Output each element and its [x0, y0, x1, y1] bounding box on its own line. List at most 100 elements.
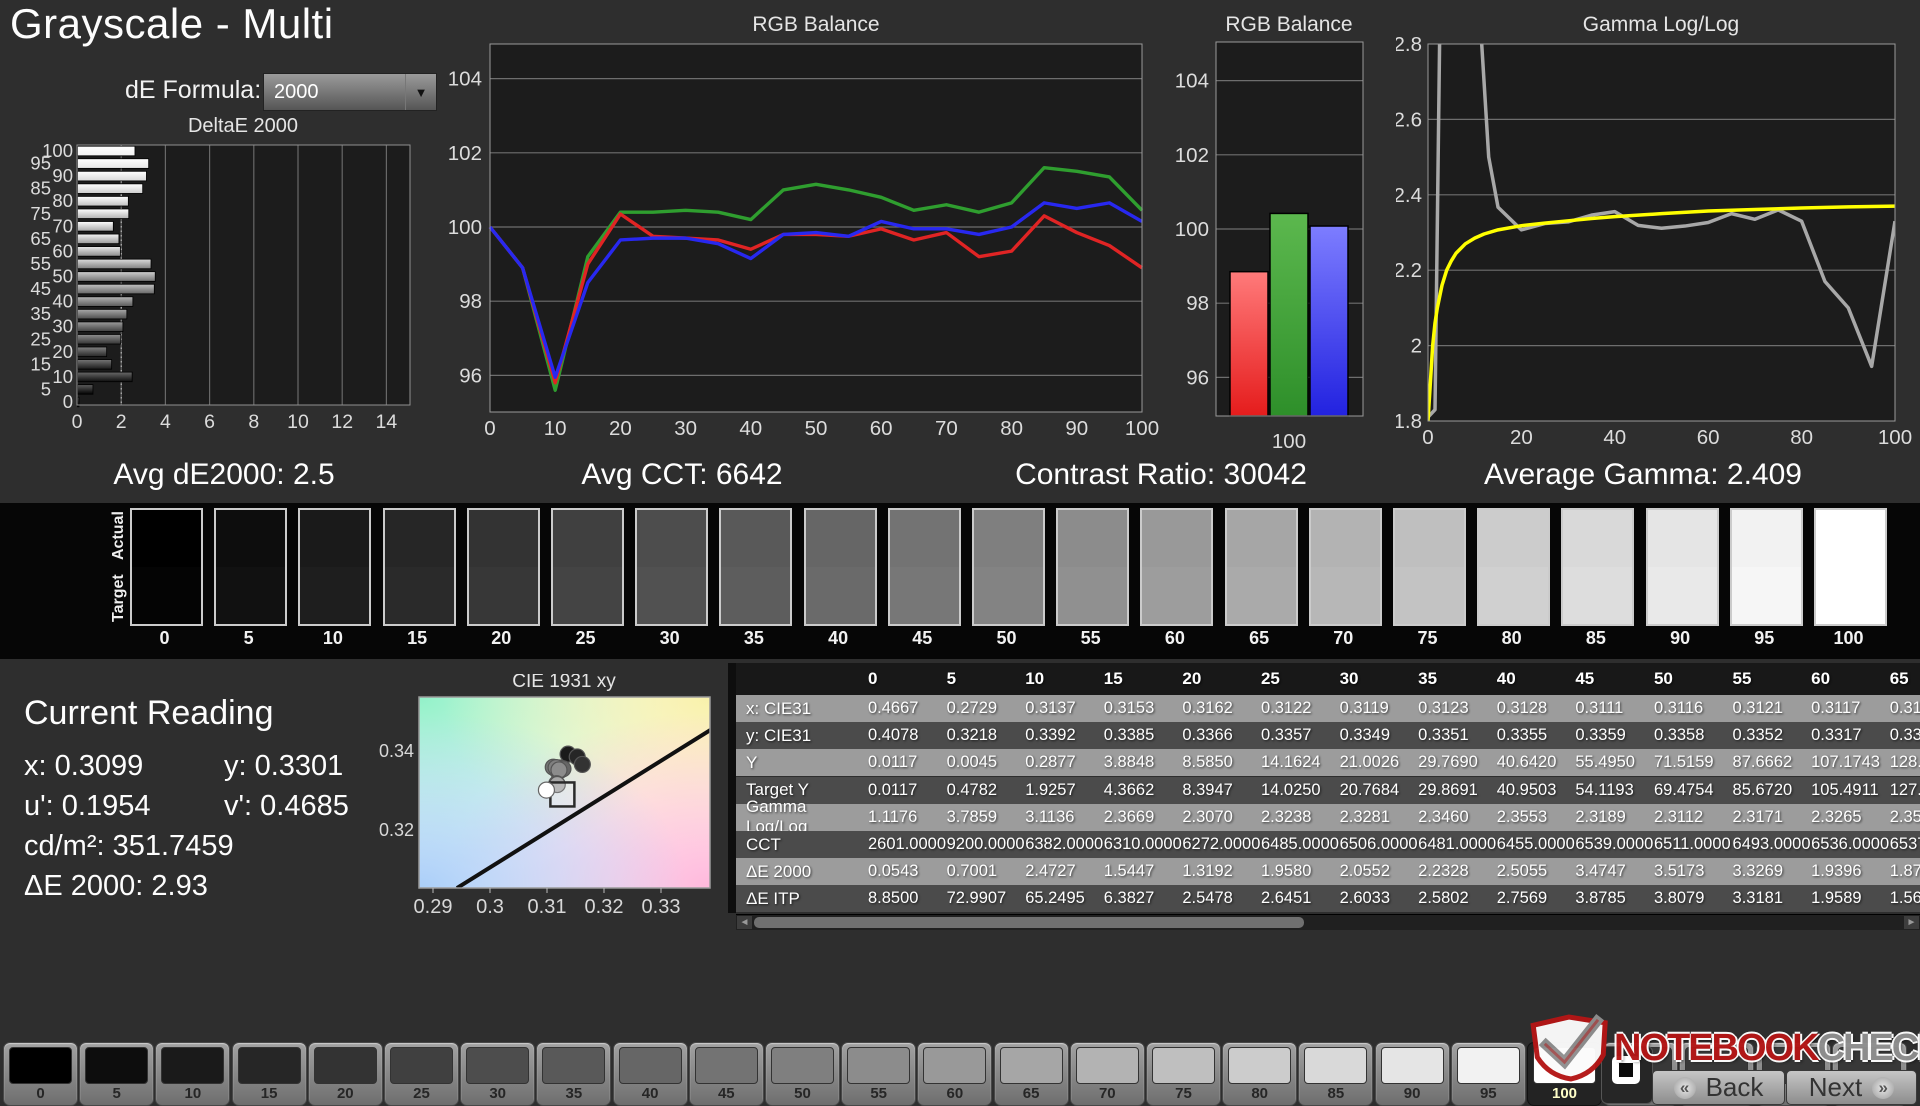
svg-text:0.34: 0.34 [379, 741, 414, 761]
svg-text:14: 14 [376, 411, 398, 433]
pattern-tile-0[interactable]: 0 [3, 1042, 78, 1106]
svg-text:DeltaE 2000: DeltaE 2000 [188, 116, 298, 137]
svg-text:60: 60 [1697, 426, 1720, 449]
pattern-tile-25[interactable]: 25 [384, 1042, 459, 1106]
pattern-tile-30[interactable]: 30 [460, 1042, 535, 1106]
pattern-tile-75[interactable]: 75 [1146, 1042, 1221, 1106]
strip-swatch-15 [383, 508, 456, 626]
table-row-4: Target Y0.01170.47821.92574.36628.394714… [736, 777, 1920, 804]
strip-swatch-40 [804, 508, 877, 626]
strip-swatch-95 [1730, 508, 1803, 626]
svg-text:35: 35 [30, 303, 51, 324]
table-row-1: x: CIE310.46670.27290.31370.31530.31620.… [736, 695, 1920, 722]
pattern-tile-35[interactable]: 35 [536, 1042, 611, 1106]
svg-text:100: 100 [1272, 430, 1306, 453]
svg-text:104: 104 [448, 68, 482, 91]
svg-text:75: 75 [30, 203, 51, 224]
pattern-tile-45[interactable]: 45 [689, 1042, 764, 1106]
svg-text:0.31: 0.31 [528, 896, 567, 918]
svg-text:30: 30 [674, 417, 697, 440]
svg-text:2.2: 2.2 [1396, 259, 1422, 282]
strip-swatch-0 [130, 508, 203, 626]
svg-text:40: 40 [739, 417, 762, 440]
svg-text:5: 5 [41, 378, 51, 399]
svg-text:10: 10 [544, 417, 567, 440]
pattern-tile-85[interactable]: 85 [1298, 1042, 1373, 1106]
strip-label-35: 35 [717, 628, 790, 649]
pattern-tile-50[interactable]: 50 [765, 1042, 840, 1106]
scroll-left-icon[interactable]: ◄ [737, 916, 752, 929]
table-row-2: y: CIE310.40780.32180.33920.33850.33660.… [736, 722, 1920, 749]
svg-text:80: 80 [52, 190, 73, 211]
svg-text:100: 100 [1175, 218, 1209, 241]
svg-text:0: 0 [1422, 426, 1433, 449]
strip-label-55: 55 [1054, 628, 1127, 649]
svg-text:0.29: 0.29 [414, 896, 453, 918]
strip-swatch-100 [1814, 508, 1887, 626]
svg-text:60: 60 [52, 240, 73, 261]
pattern-tile-20[interactable]: 20 [308, 1042, 383, 1106]
strip-label-15: 15 [381, 628, 454, 649]
pattern-tile-5[interactable]: 5 [79, 1042, 154, 1106]
pattern-tile-60[interactable]: 60 [917, 1042, 992, 1106]
strip-swatch-90 [1646, 508, 1719, 626]
scroll-right-icon[interactable]: ► [1904, 916, 1919, 929]
cie-1931-xy-chart: 0.290.30.310.320.330.320.34CIE 1931 xy [370, 674, 722, 936]
svg-text:85: 85 [30, 178, 51, 199]
svg-text:65: 65 [30, 228, 51, 249]
table-row-6: CCT2601.00009200.00006382.00006310.00006… [736, 831, 1920, 858]
pattern-tile-80[interactable]: 80 [1222, 1042, 1297, 1106]
pattern-tile-15[interactable]: 15 [232, 1042, 307, 1106]
svg-text:0: 0 [72, 411, 83, 433]
svg-text:RGB Balance: RGB Balance [752, 13, 879, 36]
strip-swatch-60 [1140, 508, 1213, 626]
strip-label-20: 20 [465, 628, 538, 649]
table-horizontal-scrollbar[interactable]: ◄ ► [736, 914, 1920, 930]
svg-text:50: 50 [805, 417, 828, 440]
svg-text:45: 45 [30, 278, 51, 299]
svg-text:90: 90 [1065, 417, 1088, 440]
strip-swatch-85 [1561, 508, 1634, 626]
scrollbar-thumb[interactable] [754, 917, 1304, 928]
pattern-tile-70[interactable]: 70 [1070, 1042, 1145, 1106]
strip-swatch-20 [467, 508, 540, 626]
strip-swatch-10 [298, 508, 371, 626]
strip-label-40: 40 [802, 628, 875, 649]
pattern-tile-65[interactable]: 65 [994, 1042, 1069, 1106]
svg-text:4: 4 [160, 411, 171, 433]
stat-average-gamma: Average Gamma: 2.409 [1484, 458, 1802, 492]
strip-label-0: 0 [128, 628, 201, 649]
rgb-balance-line-chart: 96981001021040102030405060708090100RGB B… [396, 12, 1166, 462]
svg-text:70: 70 [52, 215, 73, 236]
svg-text:0.3: 0.3 [476, 896, 504, 918]
pattern-tile-90[interactable]: 90 [1375, 1042, 1450, 1106]
svg-text:0: 0 [484, 417, 495, 440]
pattern-tile-40[interactable]: 40 [613, 1042, 688, 1106]
pattern-tile-10[interactable]: 10 [155, 1042, 230, 1106]
svg-text:10: 10 [287, 411, 309, 433]
svg-text:96: 96 [459, 364, 482, 387]
svg-text:96: 96 [1186, 366, 1209, 389]
table-header-row: 05101520253035404550556065 [736, 663, 1920, 695]
pattern-tile-55[interactable]: 55 [841, 1042, 916, 1106]
strip-actual-label: Actual [110, 520, 128, 560]
svg-text:12: 12 [331, 411, 353, 433]
svg-text:30: 30 [52, 316, 73, 337]
current-reading-xy: x: 0.3099y: 0.3301 [24, 750, 343, 783]
svg-text:102: 102 [1175, 144, 1209, 167]
strip-label-75: 75 [1391, 628, 1464, 649]
svg-text:70: 70 [935, 417, 958, 440]
rgb-balance-bar-chart: 9698100102104100RGB Balance [1166, 12, 1391, 462]
strip-target-label: Target [110, 582, 128, 622]
svg-text:60: 60 [870, 417, 893, 440]
gamma-loglog-chart: 1.822.22.42.62.8020406080100Gamma Log/Lo… [1396, 12, 1920, 462]
svg-text:25: 25 [30, 328, 51, 349]
strip-label-50: 50 [970, 628, 1043, 649]
pattern-tile-95[interactable]: 95 [1451, 1042, 1526, 1106]
svg-text:2: 2 [116, 411, 127, 433]
strip-label-5: 5 [212, 628, 285, 649]
svg-text:104: 104 [1175, 70, 1209, 93]
svg-text:0: 0 [63, 391, 73, 412]
svg-text:10: 10 [52, 366, 73, 387]
table-row-7: ΔE 20000.05430.70012.47271.54471.31921.9… [736, 858, 1920, 885]
